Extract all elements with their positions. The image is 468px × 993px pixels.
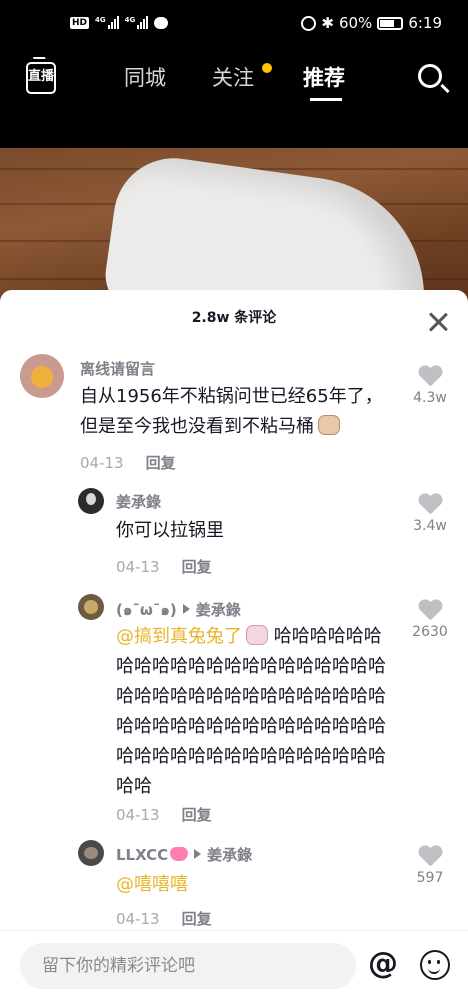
like-count: 2630 bbox=[412, 624, 448, 640]
reply-button[interactable]: 回复 bbox=[182, 806, 212, 824]
heart-icon[interactable] bbox=[418, 846, 442, 868]
like-button[interactable]: 597 bbox=[406, 846, 454, 886]
bluetooth-icon: ✱ bbox=[321, 14, 334, 32]
clock: 6:19 bbox=[408, 14, 442, 32]
like-count: 3.4w bbox=[413, 518, 447, 534]
bunny-emoji bbox=[246, 625, 268, 645]
at-mention-icon[interactable]: @ bbox=[368, 948, 398, 980]
reply-meta: 04-13 回复 bbox=[116, 804, 212, 825]
status-bar: HD 4G 4G ✱ 60% 6:19 bbox=[0, 0, 468, 48]
hd-icon: HD bbox=[70, 16, 90, 29]
reply-button[interactable]: 回复 bbox=[182, 910, 212, 928]
battery-percent: 60% bbox=[338, 14, 373, 32]
avatar[interactable] bbox=[78, 488, 104, 514]
emoji-picker-icon[interactable] bbox=[420, 950, 450, 980]
like-count: 4.3w bbox=[413, 390, 447, 406]
4g-signal-icon: 4G bbox=[125, 16, 149, 29]
reply-arrow-icon bbox=[182, 604, 190, 614]
comment-date: 04-13 bbox=[80, 454, 124, 472]
mention-link[interactable]: @搞到真兔兔了 bbox=[116, 626, 242, 647]
reply-to-username[interactable]: 姜承錄 bbox=[207, 846, 252, 864]
reply-text: @搞到真兔兔了 哈哈哈哈哈哈 哈哈哈哈哈哈哈哈哈哈哈哈哈哈哈 哈哈哈哈哈哈哈哈哈… bbox=[116, 625, 386, 797]
avatar[interactable] bbox=[20, 354, 64, 398]
tab-same-city[interactable]: 同城 bbox=[124, 62, 166, 92]
like-button[interactable]: 4.3w bbox=[406, 366, 454, 406]
reply-button[interactable]: 回复 bbox=[182, 558, 212, 576]
tab-follow[interactable]: 关注 bbox=[212, 62, 254, 92]
status-right-icons: ✱ 60% 6:19 bbox=[301, 14, 442, 32]
reply-date: 04-13 bbox=[116, 910, 160, 928]
reply-text: @嘻嘻嘻 bbox=[116, 870, 188, 900]
reply-item: LLXCC 姜承錄 @嘻嘻嘻 04-13 回复 597 bbox=[0, 840, 468, 940]
status-left-icons: HD 4G 4G bbox=[70, 16, 169, 29]
comment-input-bar: @ bbox=[0, 930, 468, 993]
heart-icon[interactable] bbox=[418, 494, 442, 516]
reply-username-line: LLXCC 姜承錄 bbox=[116, 844, 252, 865]
comment-count-title: 2.8w 条评论 bbox=[191, 310, 277, 326]
like-button[interactable]: 3.4w bbox=[406, 494, 454, 534]
top-nav: 直播 同城 关注 推荐 bbox=[0, 48, 468, 108]
reply-username[interactable]: 姜承錄 bbox=[116, 491, 161, 512]
comment-text: 自从1956年不粘锅问世已经65年了， 但是至今我也没看到不粘马桶 bbox=[80, 386, 383, 437]
reply-meta: 04-13 回复 bbox=[116, 908, 212, 929]
active-tab-indicator bbox=[310, 98, 342, 101]
alarm-icon bbox=[301, 15, 317, 31]
like-count: 597 bbox=[416, 870, 444, 886]
like-button[interactable]: 2630 bbox=[406, 600, 454, 640]
reply-meta: 04-13 回复 bbox=[116, 556, 212, 577]
reply-button[interactable]: 回复 bbox=[146, 454, 176, 472]
comment-username[interactable]: 离线请留言 bbox=[80, 358, 155, 379]
search-icon[interactable] bbox=[418, 64, 442, 88]
tab-recommend[interactable]: 推荐 bbox=[303, 62, 345, 92]
reply-username-line: (๑¯ω¯๑) 姜承錄 bbox=[116, 598, 241, 622]
reply-item: (๑¯ω¯๑) 姜承錄 @搞到真兔兔了 哈哈哈哈哈哈 哈哈哈哈哈哈哈哈哈哈哈哈哈哈… bbox=[0, 594, 468, 828]
comment-meta: 04-13 回复 bbox=[80, 452, 176, 473]
comment-item: 离线请留言 自从1956年不粘锅问世已经65年了， 但是至今我也没看到不粘马桶 … bbox=[0, 354, 468, 482]
reply-username[interactable]: (๑¯ω¯๑) bbox=[116, 601, 177, 619]
reply-to-username[interactable]: 姜承錄 bbox=[196, 601, 241, 619]
video-player[interactable] bbox=[0, 148, 468, 308]
comment-input[interactable] bbox=[20, 943, 356, 989]
4g-signal-icon: 4G bbox=[95, 16, 119, 29]
follow-notification-dot bbox=[262, 63, 272, 73]
mention-link[interactable]: @嘻嘻嘻 bbox=[116, 874, 188, 895]
chat-bubble-icon bbox=[154, 16, 169, 29]
comment-panel: 2.8w 条评论 离线请留言 自从1956年不粘锅问世已经65年了， 但是至今我… bbox=[0, 290, 468, 993]
reply-text: 你可以拉锅里 bbox=[116, 520, 224, 541]
battery-icon bbox=[377, 16, 404, 30]
avatar[interactable] bbox=[78, 840, 104, 866]
reply-arrow-icon bbox=[194, 849, 202, 859]
cat-face-emoji bbox=[318, 415, 340, 435]
reply-username[interactable]: LLXCC bbox=[116, 846, 168, 864]
live-button[interactable]: 直播 bbox=[26, 62, 56, 94]
reply-item: 姜承錄 你可以拉锅里 04-13 回复 3.4w bbox=[0, 488, 468, 588]
avatar[interactable] bbox=[78, 594, 104, 620]
close-icon[interactable] bbox=[428, 312, 448, 332]
reply-date: 04-13 bbox=[116, 806, 160, 824]
heart-icon[interactable] bbox=[418, 600, 442, 622]
reply-date: 04-13 bbox=[116, 558, 160, 576]
pink-heart-emoji bbox=[170, 847, 189, 861]
heart-icon[interactable] bbox=[418, 366, 442, 388]
video-frame-image bbox=[100, 150, 440, 308]
